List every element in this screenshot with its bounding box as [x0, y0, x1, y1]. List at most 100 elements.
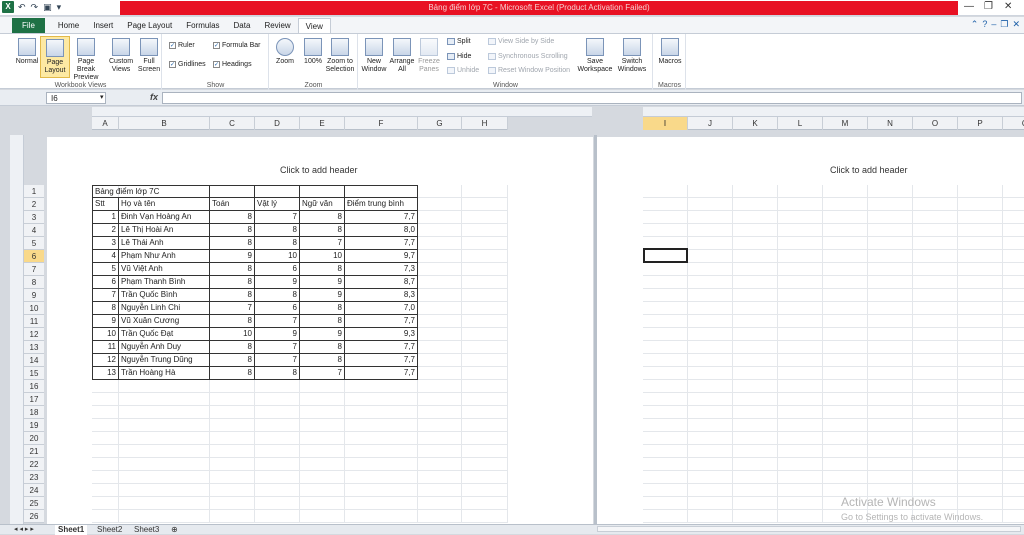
grid-cell[interactable]	[462, 302, 508, 315]
grid-cell[interactable]	[119, 484, 210, 497]
grid-cell[interactable]	[418, 263, 462, 276]
grid-cell[interactable]	[868, 276, 913, 289]
column-header-d[interactable]: D	[255, 117, 300, 130]
table-cell[interactable]: 9	[92, 315, 119, 328]
grid-cell[interactable]	[733, 341, 778, 354]
grid-cell[interactable]	[210, 510, 255, 523]
table-cell[interactable]: 6	[255, 263, 300, 276]
tab-page-layout[interactable]: Page Layout	[120, 18, 179, 33]
grid-cell[interactable]	[823, 380, 868, 393]
grid-cell[interactable]	[778, 263, 823, 276]
tab-data[interactable]: Data	[227, 18, 258, 33]
grid-cell[interactable]	[688, 471, 733, 484]
grid-cell[interactable]	[643, 445, 688, 458]
grid-cell[interactable]	[1003, 302, 1024, 315]
grid-cell[interactable]	[418, 432, 462, 445]
grid-cell[interactable]	[868, 367, 913, 380]
table-cell[interactable]: 7,3	[345, 263, 418, 276]
column-header-b[interactable]: B	[119, 117, 210, 130]
column-header-h[interactable]: H	[462, 117, 508, 130]
table-cell[interactable]: Nguyễn Anh Duy	[119, 341, 210, 354]
column-header-l[interactable]: L	[778, 117, 823, 130]
table-cell[interactable]: 7,7	[345, 315, 418, 328]
grid-cell[interactable]	[1003, 510, 1024, 523]
table-cell[interactable]: Trần Quốc Đạt	[119, 328, 210, 341]
table-cell[interactable]: 9	[300, 328, 345, 341]
grid-cell[interactable]	[643, 354, 688, 367]
table-header-cell[interactable]: Toán	[210, 198, 255, 211]
table-cell[interactable]: Lê Thị Hoài An	[119, 224, 210, 237]
zoom-button[interactable]: Zoom	[270, 36, 300, 66]
grid-cell[interactable]	[345, 380, 418, 393]
table-cell[interactable]: 10	[300, 250, 345, 263]
zoom-100-button[interactable]: 100%	[298, 36, 328, 66]
grid-cell[interactable]	[210, 471, 255, 484]
table-cell[interactable]: 9	[300, 276, 345, 289]
grid-cell[interactable]	[733, 354, 778, 367]
grid-cell[interactable]	[255, 471, 300, 484]
grid-cell[interactable]	[688, 224, 733, 237]
grid-cell[interactable]	[913, 445, 958, 458]
redo-icon[interactable]: ↷	[31, 2, 39, 13]
table-cell[interactable]: 8	[210, 276, 255, 289]
grid-cell[interactable]	[462, 367, 508, 380]
grid-cell[interactable]	[733, 250, 778, 263]
grid-cell[interactable]	[462, 276, 508, 289]
arrange-all-button[interactable]: Arrange All	[387, 36, 417, 74]
grid-cell[interactable]	[823, 458, 868, 471]
grid-cell[interactable]	[733, 380, 778, 393]
grid-cell[interactable]	[643, 198, 688, 211]
grid-cell[interactable]	[733, 315, 778, 328]
grid-cell[interactable]	[778, 341, 823, 354]
row-header-19[interactable]: 19	[24, 419, 44, 432]
grid-cell[interactable]	[778, 510, 823, 523]
horizontal-scrollbar[interactable]	[597, 526, 1021, 532]
grid-cell[interactable]	[643, 380, 688, 393]
grid-cell[interactable]	[958, 458, 1003, 471]
grid-cell[interactable]	[92, 445, 119, 458]
grid-cell[interactable]	[778, 276, 823, 289]
grid-cell[interactable]	[823, 419, 868, 432]
normal-view-button[interactable]: Normal	[12, 36, 42, 66]
grid-cell[interactable]	[345, 419, 418, 432]
grid-cell[interactable]	[1003, 198, 1024, 211]
grid-cell[interactable]	[462, 289, 508, 302]
help-icon[interactable]: ?	[982, 19, 987, 30]
table-cell[interactable]: 8,0	[345, 224, 418, 237]
table-cell[interactable]: 8	[255, 289, 300, 302]
table-cell[interactable]: 8	[210, 289, 255, 302]
grid-cell[interactable]	[868, 250, 913, 263]
column-header-m[interactable]: M	[823, 117, 868, 130]
table-cell[interactable]: 8	[92, 302, 119, 315]
sheet-nav-icon[interactable]: ◂ ◂ ▸ ▸	[14, 525, 34, 533]
grid-cell[interactable]	[255, 380, 300, 393]
grid-cell[interactable]	[300, 419, 345, 432]
grid-cell[interactable]	[643, 471, 688, 484]
grid-cell[interactable]	[643, 406, 688, 419]
table-header-cell[interactable]: Điểm trung bình	[345, 198, 418, 211]
grid-cell[interactable]	[1003, 289, 1024, 302]
grid-cell[interactable]	[92, 419, 119, 432]
grid-cell[interactable]	[345, 406, 418, 419]
grid-cell[interactable]	[688, 419, 733, 432]
workbook-restore-icon[interactable]: ❐	[1000, 19, 1008, 30]
grid-cell[interactable]	[913, 198, 958, 211]
grid-cell[interactable]	[300, 510, 345, 523]
grid-cell[interactable]	[210, 406, 255, 419]
column-header-a[interactable]: A	[92, 117, 119, 130]
grid-cell[interactable]	[643, 419, 688, 432]
grid-cell[interactable]	[92, 458, 119, 471]
grid-cell[interactable]	[688, 380, 733, 393]
grid-cell[interactable]	[1003, 211, 1024, 224]
save-workspace-button[interactable]: Save Workspace	[577, 36, 613, 74]
table-cell[interactable]: 8	[300, 302, 345, 315]
grid-cell[interactable]	[688, 302, 733, 315]
grid-cell[interactable]	[913, 289, 958, 302]
macros-button[interactable]: Macros	[655, 36, 685, 66]
grid-cell[interactable]	[643, 263, 688, 276]
table-cell[interactable]: Trần Quốc Bình	[119, 289, 210, 302]
grid-cell[interactable]	[823, 224, 868, 237]
grid-cell[interactable]	[823, 185, 868, 198]
grid-cell[interactable]	[210, 432, 255, 445]
column-header-g[interactable]: G	[418, 117, 462, 130]
